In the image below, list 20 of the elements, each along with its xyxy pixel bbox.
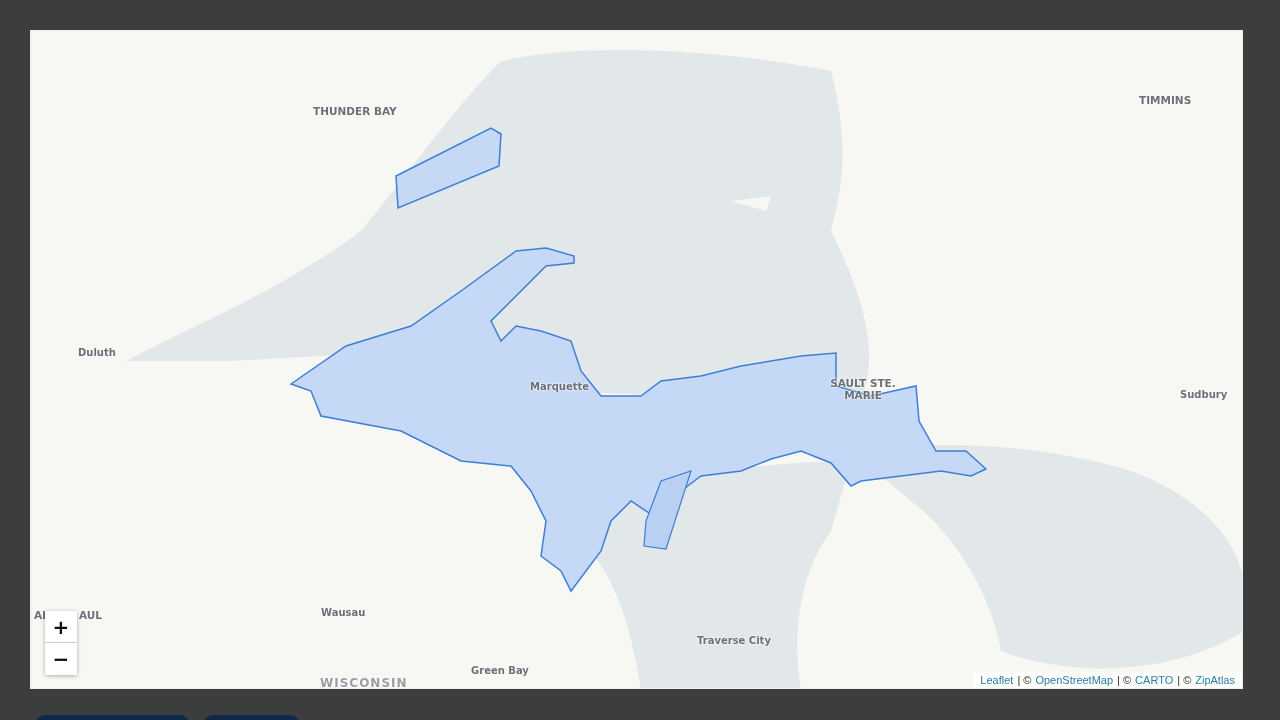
city-label: Traverse City (697, 635, 771, 646)
attribution-link[interactable]: OpenStreetMap (1035, 674, 1114, 686)
attribution-separator: | © (1017, 674, 1032, 686)
attribution-link[interactable]: ZipAtlas (1195, 674, 1235, 686)
partial-label: AUL (79, 609, 103, 621)
zoom-in-button[interactable]: + (45, 611, 77, 643)
city-label: Duluth (78, 347, 116, 358)
city-label: Marquette (530, 381, 590, 392)
attribution-link[interactable]: CARTO (1135, 674, 1174, 686)
city-label: Sudbury (1180, 389, 1228, 400)
city-label: THUNDER BAY (313, 105, 397, 117)
region-label: WISCONSIN (320, 676, 408, 688)
city-label: TIMMINS (1139, 94, 1192, 106)
city-label: Green Bay (471, 665, 529, 676)
attribution-separator: | © (1177, 674, 1192, 686)
city-label: Wausau (321, 607, 366, 618)
zoom-out-button[interactable]: − (45, 643, 77, 675)
attribution-separator: | © (1117, 674, 1132, 686)
attribution-link[interactable]: Leaflet (980, 674, 1014, 686)
partial-label: Al (34, 609, 46, 621)
